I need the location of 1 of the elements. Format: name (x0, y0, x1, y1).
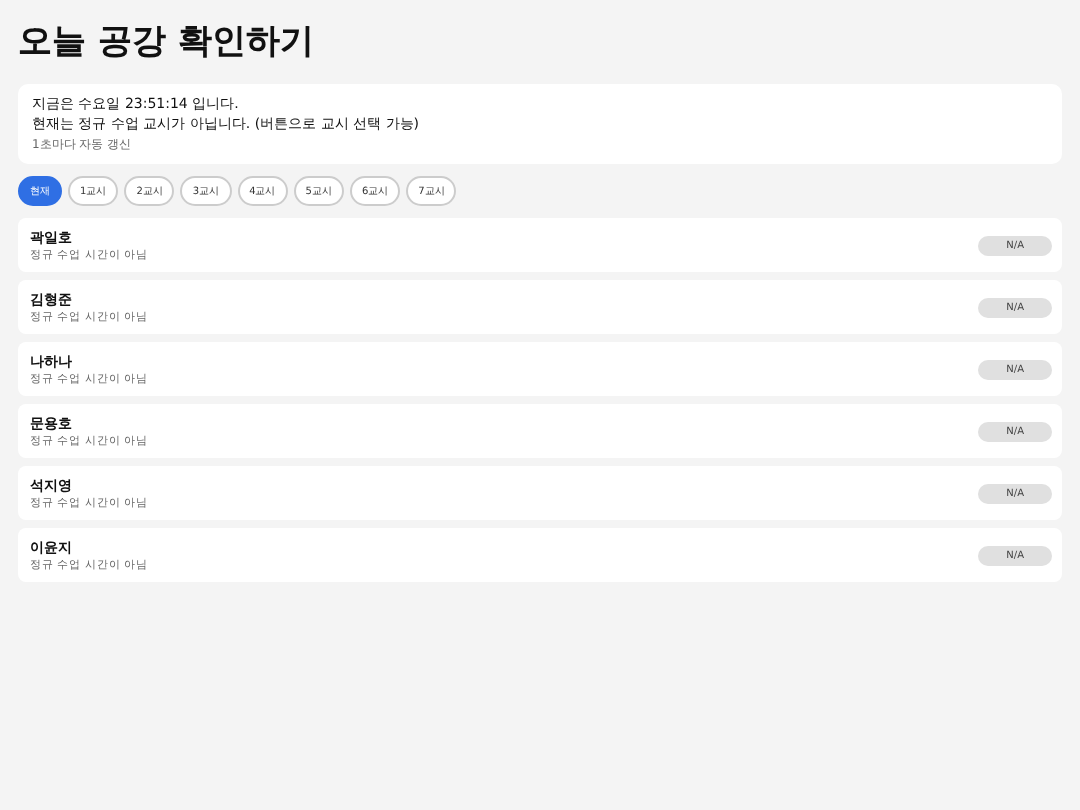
page-title: 오늘 공강 확인하기 (18, 20, 316, 64)
